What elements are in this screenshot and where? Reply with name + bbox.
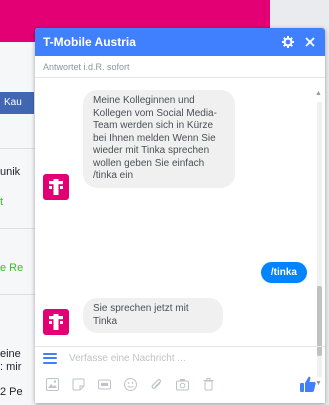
gear-icon[interactable]: [281, 35, 295, 49]
page-text: : mir: [0, 361, 22, 373]
message-input[interactable]: [67, 351, 301, 365]
divider: [0, 148, 36, 149]
divider: [0, 294, 36, 295]
emoji-icon[interactable]: [123, 377, 137, 391]
incoming-message: Meine Kolleginnen und Kollegen vom Socia…: [83, 90, 235, 188]
trash-icon[interactable]: [201, 377, 215, 391]
gif-icon[interactable]: [97, 377, 111, 391]
messenger-chat-window: T-Mobile Austria Antwortet i.d.R. sofort…: [35, 28, 325, 403]
chat-title[interactable]: T-Mobile Austria: [43, 35, 273, 49]
message-list: Meine Kolleginnen und Kollegen vom Socia…: [35, 79, 317, 351]
scroll-up-icon[interactable]: ▲: [315, 90, 322, 97]
page-text: t: [0, 196, 4, 208]
page-buy-button[interactable]: Kau: [0, 92, 34, 114]
page-text: 2 Pe: [0, 386, 23, 398]
menu-icon[interactable]: [43, 352, 57, 364]
close-icon[interactable]: [303, 35, 317, 49]
page-text[interactable]: e Re: [0, 262, 36, 274]
page-text: unik: [0, 166, 21, 178]
camera-icon[interactable]: [175, 377, 189, 391]
outgoing-message: /tinka: [260, 262, 307, 283]
tmobile-logo-icon: [43, 174, 69, 200]
scrollbar[interactable]: ▲ ▼: [315, 90, 323, 390]
tmobile-logo-icon: [43, 309, 69, 335]
chat-subtitle: Antwortet i.d.R. sofort: [35, 56, 325, 78]
page-text: eine: [0, 348, 21, 360]
composer-toolbar: [45, 377, 227, 391]
attachment-icon[interactable]: [149, 377, 163, 391]
incoming-message: Sie sprechen jetzt mit Tinka: [83, 298, 223, 333]
divider: [0, 228, 36, 229]
image-icon[interactable]: [45, 377, 59, 391]
chat-header[interactable]: T-Mobile Austria: [35, 28, 325, 56]
sticker-icon[interactable]: [71, 377, 85, 391]
thumbs-up-icon[interactable]: [299, 375, 317, 393]
composer: [35, 346, 325, 403]
